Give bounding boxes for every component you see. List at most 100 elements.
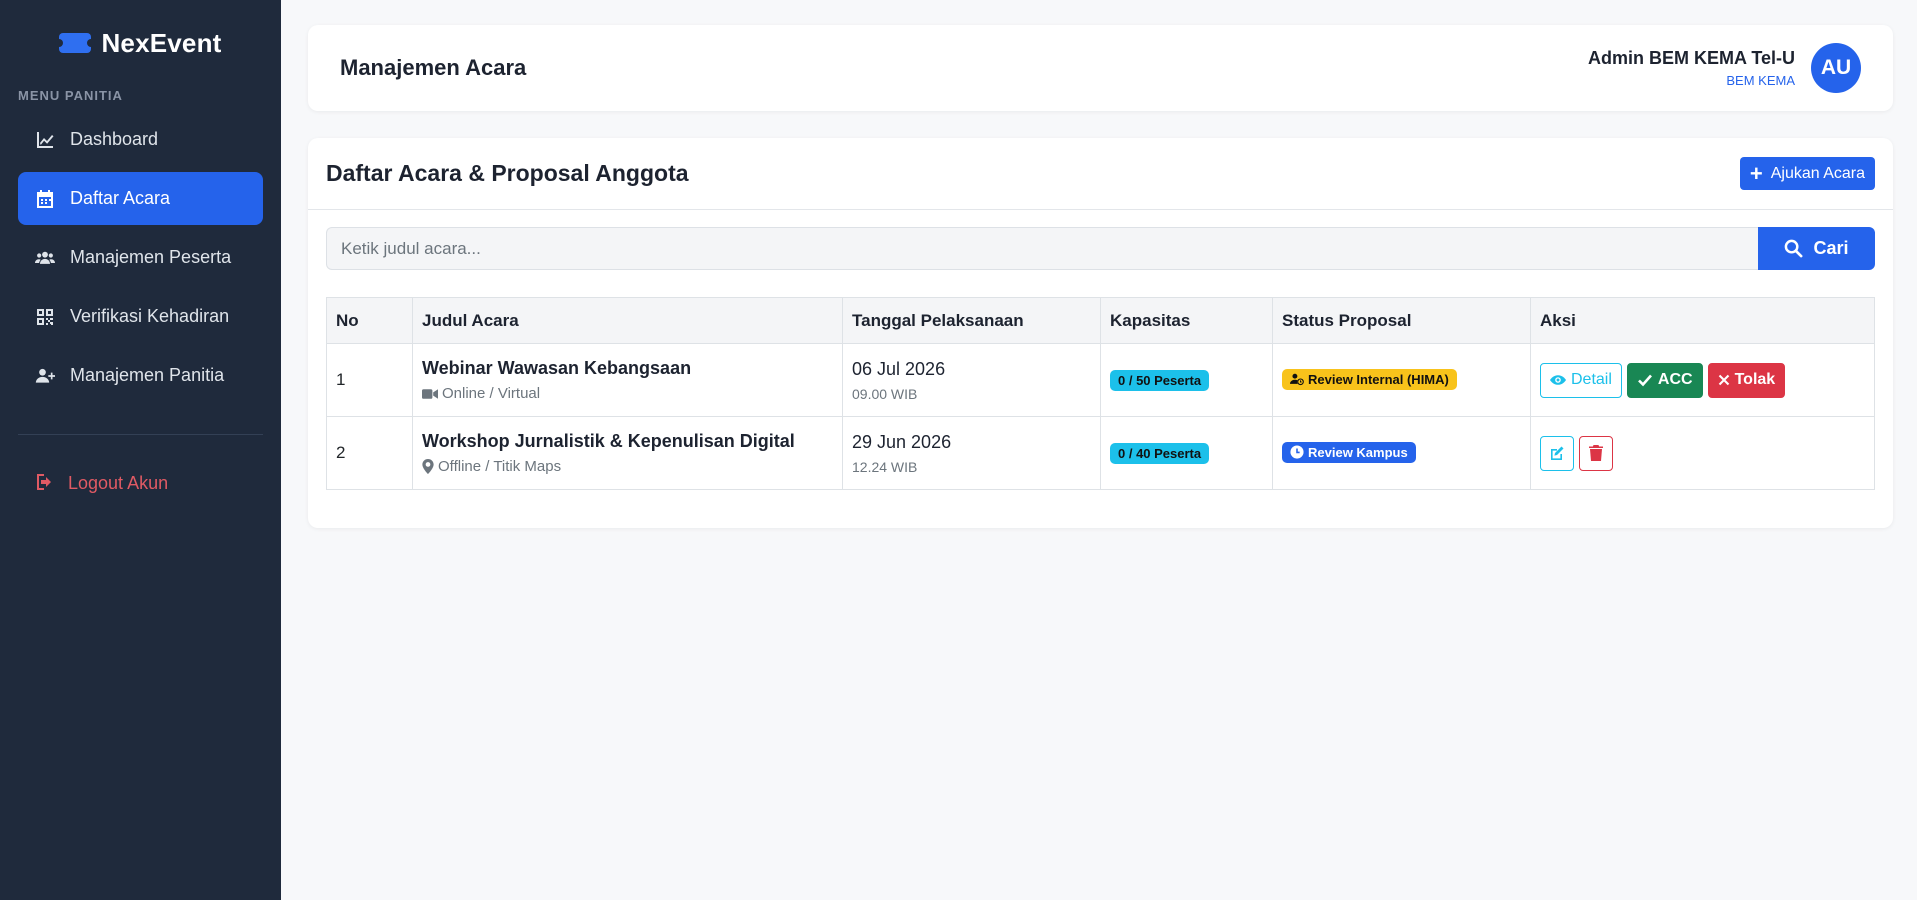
status-label: Review Kampus [1308,444,1408,460]
event-mode-label: Online / Virtual [442,385,541,402]
clock-icon [1290,445,1304,459]
table-row: 1 Webinar Wawasan Kebangsaan Online / Vi… [326,343,1875,417]
user-profile[interactable]: Admin BEM KEMA Tel-U BEM KEMA AU [1588,43,1861,93]
event-date-cell: 29 Jun 2026 12.24 WIB [842,416,1101,490]
event-mode: Offline / Titik Maps [422,458,833,475]
top-header: Manajemen Acara Admin BEM KEMA Tel-U BEM… [308,25,1893,111]
sidebar-item-manajemen-panitia[interactable]: Manajemen Panitia [18,349,263,402]
row-actions: Detail ACC Tolak [1540,362,1865,398]
table-header-row: No Judul Acara Tanggal Pelaksanaan Kapas… [326,297,1875,344]
sidebar-item-label: Verifikasi Kehadiran [70,306,230,326]
user-name: Admin BEM KEMA Tel-U [1588,48,1795,68]
events-table: No Judul Acara Tanggal Pelaksanaan Kapas… [326,297,1875,490]
users-icon [34,247,56,269]
column-header-no[interactable]: No [326,297,413,344]
search-button-label: Cari [1813,238,1849,258]
acc-button-label: ACC [1657,371,1693,388]
logout-label: Logout Akun [68,472,169,493]
add-event-label: Ajukan Acara [1770,164,1865,182]
event-title-cell: Webinar Wawasan Kebangsaan Online / Virt… [412,343,843,417]
sidebar-item-daftar-acara[interactable]: Daftar Acara [18,172,263,225]
page-title: Manajemen Acara [340,55,527,80]
edit-icon [1551,446,1564,460]
eye-icon [1550,375,1566,385]
capacity-badge: 0 / 50 Peserta [1110,369,1210,391]
event-date: 29 Jun 2026 [852,431,952,452]
video-icon [422,388,438,399]
search-button[interactable]: Cari [1758,227,1875,270]
event-title: Webinar Wawasan Kebangsaan [422,358,692,378]
row-number: 2 [326,416,413,490]
event-mode: Online / Virtual [422,385,833,402]
detail-button-label: Detail [1571,371,1612,388]
status-badge: Review Kampus [1282,441,1416,463]
event-title: Workshop Jurnalistik & Kepenulisan Digit… [422,431,795,451]
actions-cell: Detail ACC Tolak [1530,343,1875,417]
column-header-aksi: Aksi [1530,297,1875,344]
search-bar: Cari [326,227,1875,270]
chart-line-icon [34,129,56,151]
events-card: Daftar Acara & Proposal Anggota + Ajukan… [308,138,1893,528]
search-icon [1785,239,1803,258]
event-time: 09.00 WIB [852,385,918,402]
event-time: 12.24 WIB [852,458,918,475]
card-header: Daftar Acara & Proposal Anggota + Ajukan… [308,138,1893,210]
brand-name: NexEvent [101,27,222,58]
capacity-badge: 0 / 40 Peserta [1110,442,1210,464]
event-date: 06 Jul 2026 [852,358,946,379]
brand[interactable]: NexEvent [0,26,281,60]
sidebar-divider [18,434,263,435]
actions-cell [1530,416,1875,490]
user-clock-icon [1290,374,1304,386]
event-mode-label: Offline / Titik Maps [438,458,562,475]
event-date-cell: 06 Jul 2026 09.00 WIB [842,343,1101,417]
sidebar-item-label: Dashboard [70,129,159,149]
column-header-kapasitas[interactable]: Kapasitas [1100,297,1273,344]
logout-link[interactable]: Logout Akun [0,463,281,503]
delete-button[interactable] [1579,435,1613,471]
check-icon [1637,374,1652,387]
capacity-cell: 0 / 50 Peserta [1100,343,1273,417]
sidebar-item-label: Manajemen Peserta [70,247,232,267]
acc-button[interactable]: ACC [1626,362,1703,398]
user-plus-icon [34,365,56,387]
sidebar-item-dashboard[interactable]: Dashboard [18,113,263,166]
reject-button-label: Tolak [1734,371,1776,388]
sidebar-item-label: Manajemen Panitia [70,365,225,385]
capacity-cell: 0 / 40 Peserta [1100,416,1273,490]
sidebar-item-verifikasi-kehadiran[interactable]: Verifikasi Kehadiran [18,290,263,343]
qrcode-icon [34,306,56,328]
sidebar-item-label: Daftar Acara [70,188,171,208]
avatar[interactable]: AU [1811,43,1861,93]
calendar-icon [34,188,56,210]
trash-icon [1589,445,1603,461]
ticket-icon [55,33,96,53]
detail-button[interactable]: Detail [1540,362,1622,398]
plus-icon: + [1749,160,1763,186]
menu-section-label: MENU PANITIA [18,88,123,103]
sidebar: NexEvent MENU PANITIA Dashboard Daftar A… [0,0,281,900]
sidebar-nav: Dashboard Daftar Acara Manajemen Peserta… [0,113,281,402]
close-icon [1718,374,1729,386]
user-info: Admin BEM KEMA Tel-U BEM KEMA [1588,48,1795,88]
add-event-button[interactable]: + Ajukan Acara [1739,157,1875,190]
column-header-judul[interactable]: Judul Acara [412,297,843,344]
row-number: 1 [326,343,413,417]
event-title-cell: Workshop Jurnalistik & Kepenulisan Digit… [412,416,843,490]
edit-button[interactable] [1540,435,1574,471]
sidebar-item-manajemen-peserta[interactable]: Manajemen Peserta [18,231,263,284]
status-cell: Review Internal (HIMA) [1272,343,1531,417]
status-cell: Review Kampus [1272,416,1531,490]
sign-out-icon [34,472,56,494]
user-role: BEM KEMA [1726,73,1795,88]
table-row: 2 Workshop Jurnalistik & Kepenulisan Dig… [326,416,1875,490]
column-header-tanggal[interactable]: Tanggal Pelaksanaan [842,297,1101,344]
map-marker-icon [422,459,434,474]
column-header-status[interactable]: Status Proposal [1272,297,1531,344]
search-input[interactable] [326,227,1758,270]
status-badge: Review Internal (HIMA) [1282,368,1457,390]
row-actions [1540,435,1865,471]
reject-button[interactable]: Tolak [1707,362,1786,398]
status-label: Review Internal (HIMA) [1308,371,1449,387]
card-title: Daftar Acara & Proposal Anggota [326,160,689,186]
